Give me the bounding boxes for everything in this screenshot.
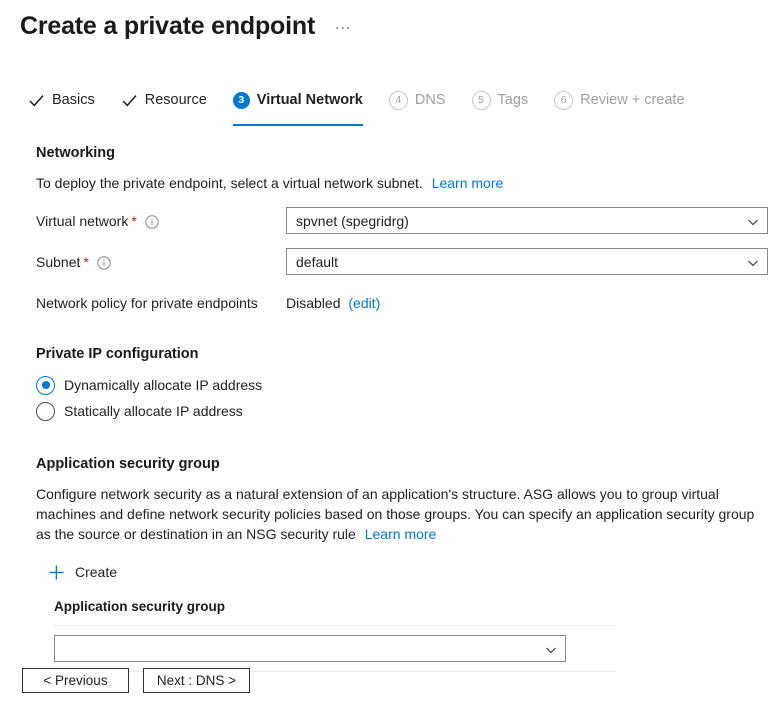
networking-learn-more-link[interactable]: Learn more	[432, 175, 504, 191]
tab-label: Resource	[145, 91, 207, 109]
radio-label: Dynamically allocate IP address	[64, 375, 262, 395]
previous-button[interactable]: < Previous	[22, 668, 129, 693]
virtual-network-label-text: Virtual network	[36, 211, 128, 231]
wizard-tabs: Basics Resource 3 Virtual Network 4 DNS …	[0, 84, 783, 118]
tab-resource[interactable]: Resource	[121, 84, 207, 118]
radio-label: Statically allocate IP address	[64, 401, 243, 421]
virtual-network-value: spvnet (spegridrg)	[296, 212, 409, 230]
asg-learn-more-link[interactable]: Learn more	[365, 526, 437, 542]
radio-dynamic-allocate[interactable]: Dynamically allocate IP address	[36, 372, 783, 398]
required-marker: *	[131, 211, 136, 231]
virtual-network-label: Virtual network *	[36, 211, 286, 231]
next-dns-button[interactable]: Next : DNS >	[143, 668, 250, 693]
network-policy-row: Network policy for private endpoints Dis…	[36, 289, 783, 316]
network-policy-value-group: Disabled (edit)	[286, 293, 380, 313]
step-number-badge: 6	[554, 91, 573, 110]
page-header: Create a private endpoint …	[0, 0, 783, 44]
tab-review-create[interactable]: 6 Review + create	[554, 84, 684, 118]
tab-basics[interactable]: Basics	[28, 84, 95, 118]
networking-heading: Networking	[36, 143, 783, 163]
check-icon	[28, 92, 45, 109]
asg-table: Application security group	[54, 598, 616, 672]
page-title: Create a private endpoint	[20, 11, 315, 41]
step-number-badge: 5	[472, 91, 491, 110]
subnet-dropdown[interactable]: default	[286, 248, 768, 275]
step-number-badge: 4	[389, 91, 408, 110]
info-icon[interactable]	[145, 214, 159, 228]
tab-virtual-network[interactable]: 3 Virtual Network	[233, 84, 363, 118]
virtual-network-dropdown[interactable]: spvnet (spegridrg)	[286, 207, 768, 234]
asg-column-header: Application security group	[54, 598, 616, 625]
private-ip-radio-group: Dynamically allocate IP address Statical…	[36, 372, 783, 424]
asg-create-label: Create	[75, 562, 117, 582]
more-options-icon[interactable]: …	[329, 14, 358, 39]
tab-dns[interactable]: 4 DNS	[389, 84, 446, 118]
network-policy-value: Disabled	[286, 295, 340, 311]
radio-static-allocate[interactable]: Statically allocate IP address	[36, 398, 783, 424]
tab-tags[interactable]: 5 Tags	[472, 84, 529, 118]
tab-label: Virtual Network	[257, 91, 363, 109]
subnet-value: default	[296, 253, 338, 271]
networking-description: To deploy the private endpoint, select a…	[36, 173, 769, 193]
plus-icon	[48, 564, 65, 581]
chevron-down-icon	[747, 256, 759, 268]
asg-description: Configure network security as a natural …	[36, 484, 769, 544]
asg-create-button[interactable]: Create	[48, 562, 117, 582]
virtual-network-row: Virtual network * spvnet (spegridrg)	[36, 207, 783, 234]
networking-description-text: To deploy the private endpoint, select a…	[36, 175, 423, 191]
wizard-footer: < Previous Next : DNS >	[22, 668, 264, 693]
asg-dropdown[interactable]	[54, 635, 566, 662]
chevron-down-icon	[545, 643, 557, 655]
network-policy-label-text: Network policy for private endpoints	[36, 293, 258, 313]
radio-icon-selected[interactable]	[36, 376, 55, 395]
network-policy-label: Network policy for private endpoints	[36, 293, 286, 313]
tab-label: DNS	[415, 91, 446, 109]
check-icon	[121, 92, 138, 109]
private-ip-heading: Private IP configuration	[36, 344, 783, 364]
wizard-content: Networking To deploy the private endpoin…	[0, 143, 783, 672]
network-policy-edit-link[interactable]: (edit)	[348, 295, 380, 311]
radio-icon-unselected[interactable]	[36, 402, 55, 421]
tab-label: Basics	[52, 91, 95, 109]
info-icon[interactable]	[97, 255, 111, 269]
required-marker: *	[83, 252, 88, 272]
chevron-down-icon	[747, 215, 759, 227]
tab-label: Tags	[498, 91, 529, 109]
tab-label: Review + create	[580, 91, 684, 109]
asg-heading: Application security group	[36, 454, 783, 474]
asg-row	[54, 626, 616, 671]
subnet-label: Subnet *	[36, 252, 286, 272]
subnet-row: Subnet * default	[36, 248, 783, 275]
subnet-label-text: Subnet	[36, 252, 80, 272]
step-number-badge: 3	[233, 92, 250, 109]
